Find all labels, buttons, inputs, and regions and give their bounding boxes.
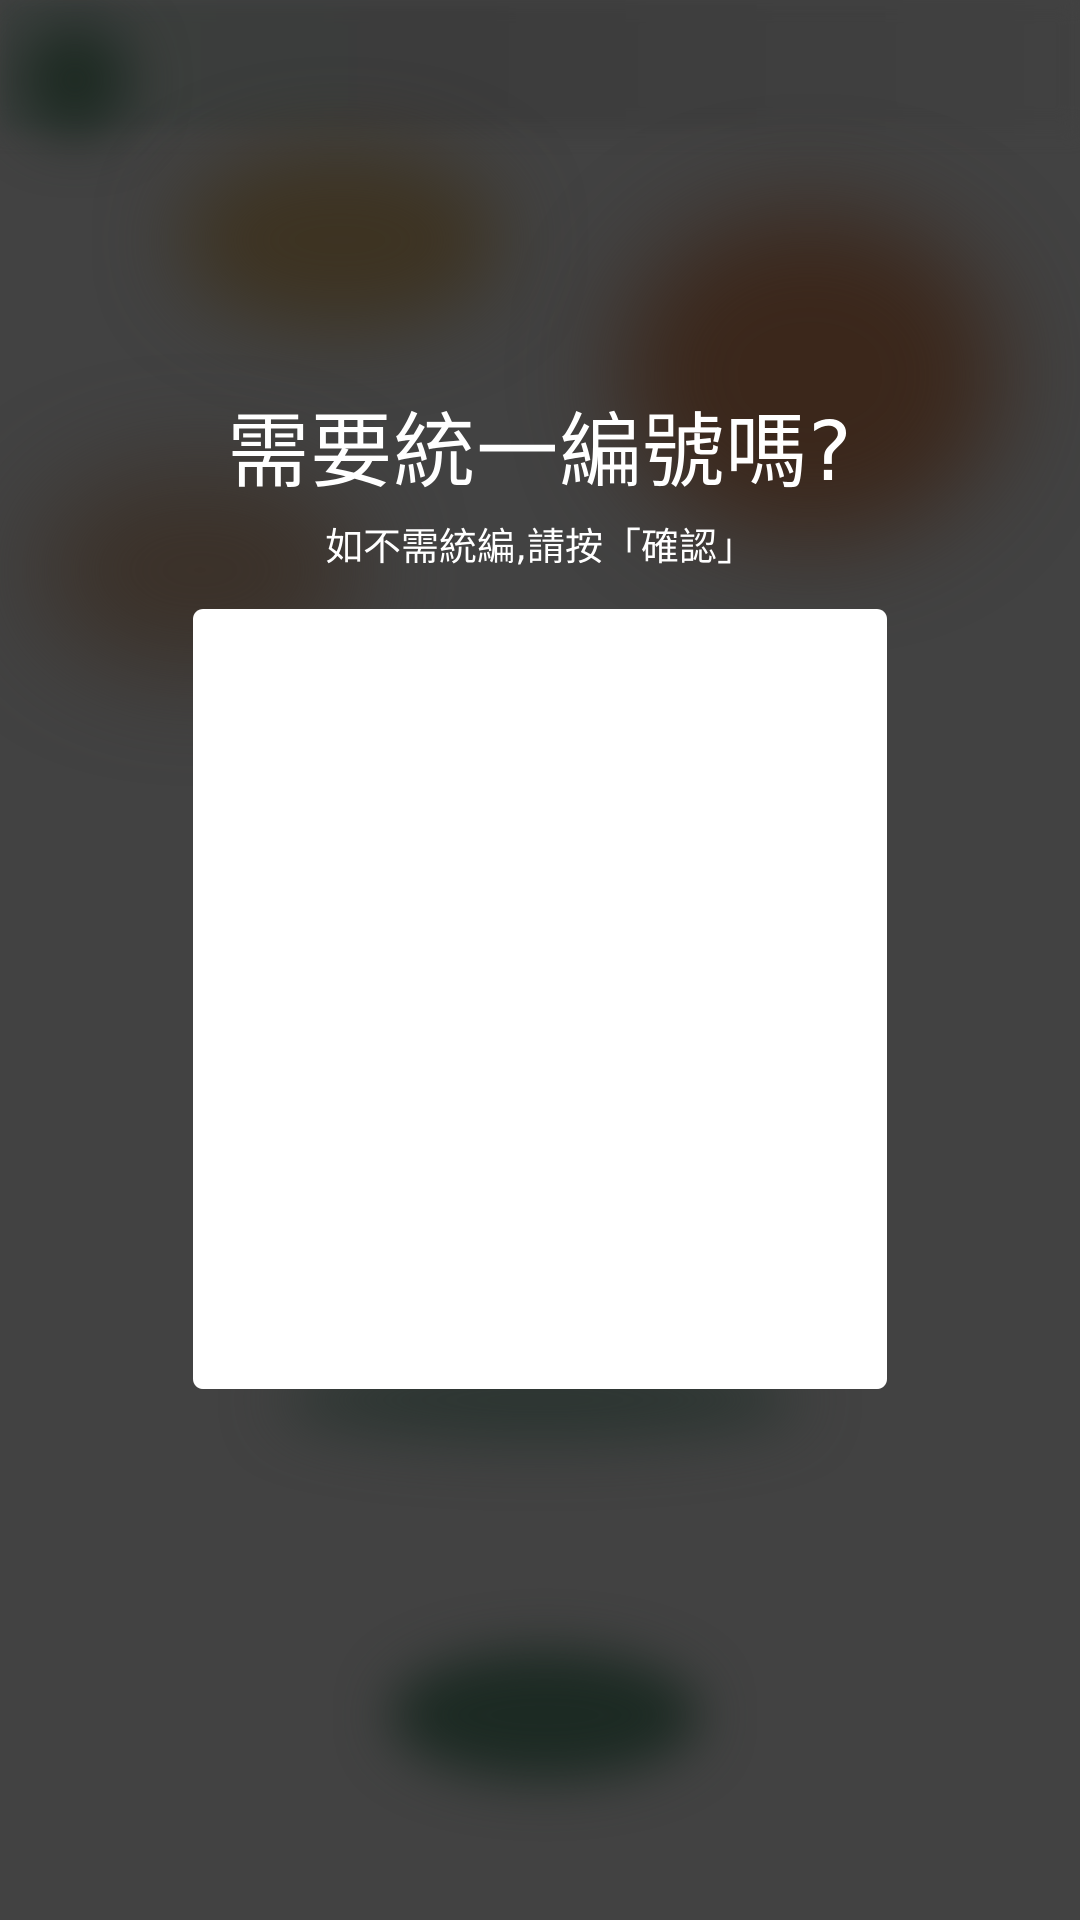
tax-id-input-panel[interactable] <box>193 609 887 1389</box>
background-logo-blur <box>20 25 130 135</box>
dialog-subtitle: 如不需統編,請按「確認」 <box>324 525 756 569</box>
background-image-blur <box>180 150 500 330</box>
background-button-blur <box>390 1650 700 1780</box>
dialog-title: 需要統一編號嗎? <box>227 405 853 500</box>
background-header-blur <box>0 0 1080 130</box>
